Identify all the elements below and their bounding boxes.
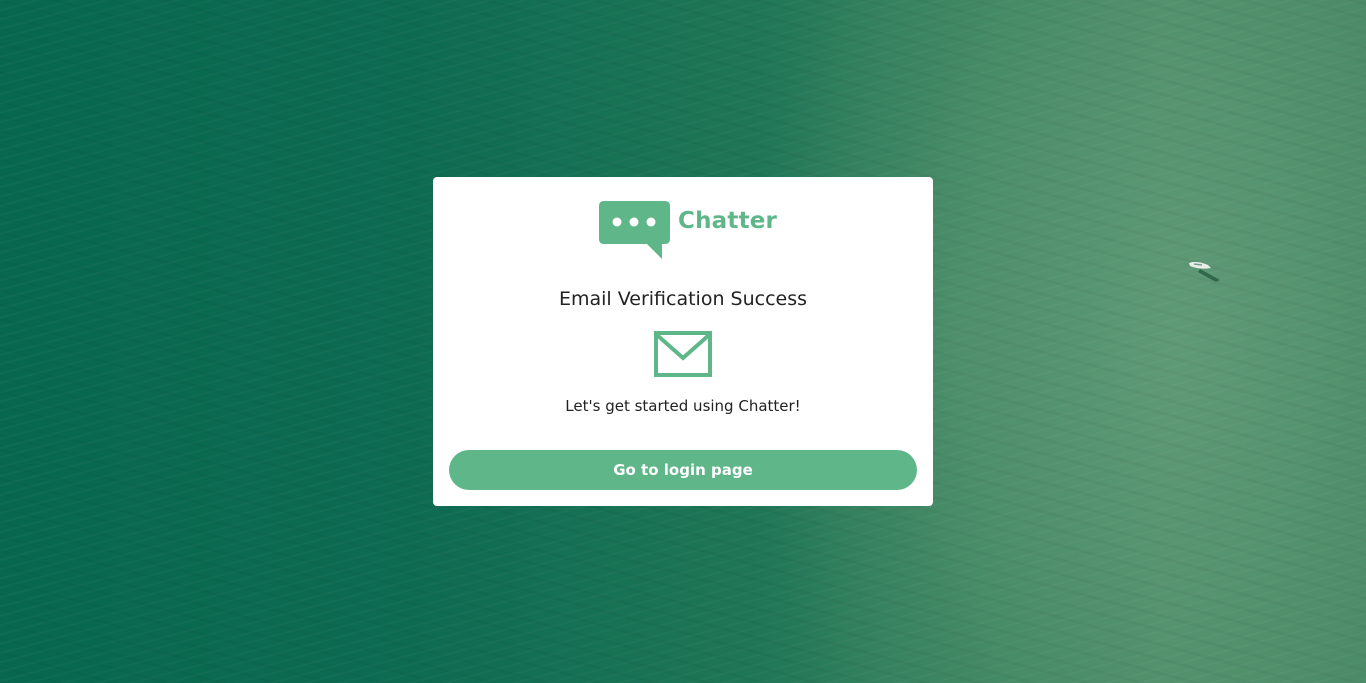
go-to-login-button[interactable]: Go to login page — [449, 450, 917, 490]
logo-text: Chatter — [678, 208, 778, 234]
boat-icon — [1189, 261, 1220, 282]
page-title: Email Verification Success — [558, 288, 808, 310]
chat-bubble-icon — [599, 201, 670, 259]
chatter-logo: Chatter — [599, 201, 777, 261]
verification-card: Chatter Email Verification Success Let's… — [433, 177, 933, 506]
welcome-message: Let's get started using Chatter! — [565, 397, 801, 415]
envelope-icon — [654, 331, 712, 377]
